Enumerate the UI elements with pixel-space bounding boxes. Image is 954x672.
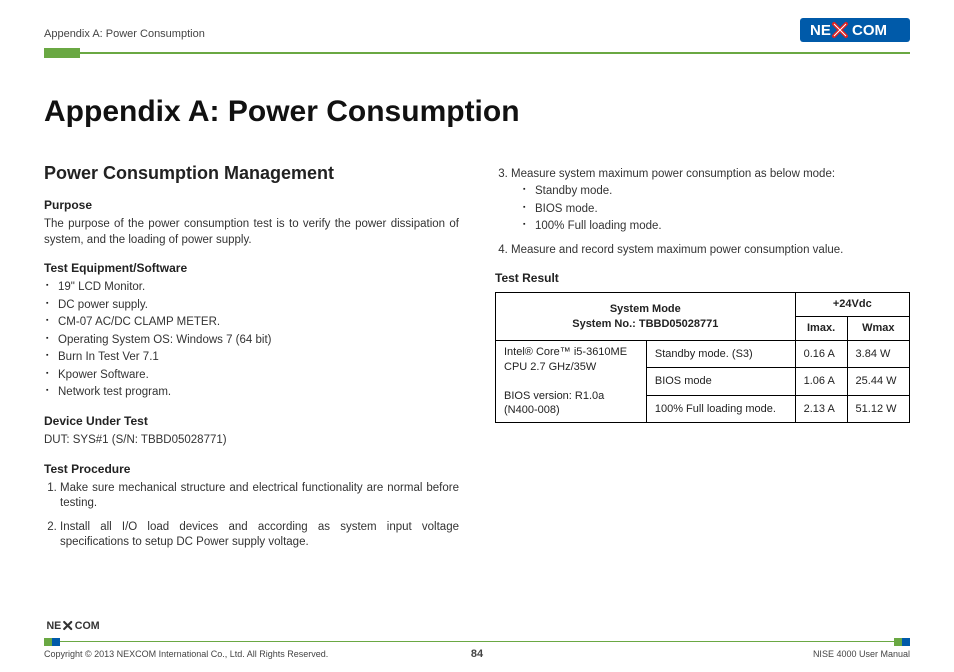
table-cell: 3.84 W (847, 340, 909, 367)
result-heading: Test Result (495, 270, 910, 286)
list-item: Measure and record system maximum power … (511, 243, 910, 259)
list-item: Burn In Test Ver 7.1 (58, 350, 459, 366)
dut-text: DUT: SYS#1 (S/N: TBBD05028771) (44, 433, 459, 449)
procedure-heading: Test Procedure (44, 461, 459, 477)
sys-mode-header: System Mode (504, 302, 787, 317)
running-head: Appendix A: Power Consumption (44, 27, 205, 42)
table-cell: 100% Full loading mode. (646, 395, 795, 422)
purpose-heading: Purpose (44, 197, 459, 213)
result-table: System Mode System No.: TBBD05028771 +24… (495, 292, 910, 423)
content-columns: Power Consumption Management Purpose The… (44, 161, 910, 559)
equipment-heading: Test Equipment/Software (44, 260, 459, 276)
section-heading: Power Consumption Management (44, 161, 459, 185)
svg-text:COM: COM (852, 22, 887, 39)
footer-rule (44, 638, 910, 646)
left-column: Power Consumption Management Purpose The… (44, 161, 459, 559)
table-cell: 25.44 W (847, 368, 909, 395)
imax-header: Imax. (795, 317, 847, 341)
list-item: Make sure mechanical structure and elect… (60, 481, 459, 512)
svg-text:NE: NE (810, 22, 831, 39)
table-cell: 2.13 A (795, 395, 847, 422)
dut-heading: Device Under Test (44, 413, 459, 429)
wmax-header: Wmax (847, 317, 909, 341)
table-row: System Mode System No.: TBBD05028771 +24… (496, 293, 910, 317)
list-item: Operating System OS: Windows 7 (64 bit) (58, 333, 459, 349)
proc3-lead: Measure system maximum power consumption… (511, 168, 835, 180)
list-item: DC power supply. (58, 298, 459, 314)
manual-name: NISE 4000 User Manual (813, 648, 910, 660)
list-item: Kpower Software. (58, 368, 459, 384)
header-rule (44, 48, 910, 58)
sys-no-header: System No.: TBBD05028771 (504, 317, 787, 332)
list-item: Install all I/O load devices and accordi… (60, 520, 459, 551)
right-column: Measure system maximum power consumption… (495, 161, 910, 559)
equipment-list: 19" LCD Monitor. DC power supply. CM-07 … (44, 280, 459, 401)
proc3-sublist: Standby mode. BIOS mode. 100% Full loadi… (511, 184, 910, 235)
list-item: Measure system maximum power consumption… (511, 167, 910, 235)
bios-line: BIOS version: R1.0a (504, 389, 638, 404)
voltage-header: +24Vdc (795, 293, 909, 317)
footer-logo: NE COM (44, 617, 910, 638)
page-header: Appendix A: Power Consumption NE COM (44, 18, 910, 42)
list-item: BIOS mode. (535, 202, 910, 218)
list-item: CM-07 AC/DC CLAMP METER. (58, 315, 459, 331)
cpu-line: Intel® Core™ i5-3610ME (504, 345, 638, 360)
table-cell: 1.06 A (795, 368, 847, 395)
page-number: 84 (471, 647, 483, 662)
table-cell: Standby mode. (S3) (646, 340, 795, 367)
procedure-list-right: Measure system maximum power consumption… (495, 167, 910, 259)
table-cell: 0.16 A (795, 340, 847, 367)
list-item: 100% Full loading mode. (535, 219, 910, 235)
table-cell: BIOS mode (646, 368, 795, 395)
list-item: Network test program. (58, 385, 459, 401)
table-cell: 51.12 W (847, 395, 909, 422)
brand-logo: NE COM (800, 18, 910, 42)
copyright-text: Copyright © 2013 NEXCOM International Co… (44, 648, 328, 660)
svg-text:COM: COM (75, 620, 100, 632)
table-row: Intel® Core™ i5-3610ME CPU 2.7 GHz/35W B… (496, 340, 910, 367)
purpose-text: The purpose of the power consumption tes… (44, 217, 459, 248)
svg-text:NE: NE (46, 620, 61, 632)
page-title: Appendix A: Power Consumption (44, 92, 910, 133)
procedure-list-left: Make sure mechanical structure and elect… (44, 481, 459, 551)
list-item: 19" LCD Monitor. (58, 280, 459, 296)
list-item: Standby mode. (535, 184, 910, 200)
bios-line: (N400-008) (504, 403, 638, 418)
page-footer: NE COM Copyright © 2013 NEXCOM Internati… (44, 617, 910, 660)
cpu-line: CPU 2.7 GHz/35W (504, 360, 638, 375)
